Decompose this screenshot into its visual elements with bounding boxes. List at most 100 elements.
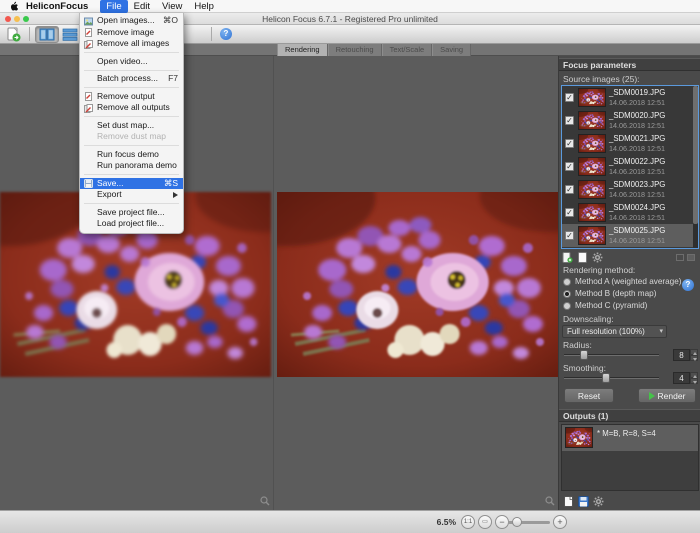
toolbar-separator	[211, 27, 212, 41]
loupe-icon-left[interactable]	[260, 496, 270, 506]
source-image-row-selected[interactable]: ✓ _SDM0025.JPG14.06.2018 12:51	[562, 224, 698, 247]
chevron-down-icon: ▾	[659, 326, 663, 337]
method-a-radio[interactable]: Method A (weighted average)	[563, 277, 682, 286]
smoothing-slider-thumb[interactable]	[602, 373, 610, 383]
thumbnail-size-controls[interactable]	[676, 254, 695, 261]
zoom-percent: 6.5%	[426, 517, 456, 527]
radius-value[interactable]: 8	[673, 349, 690, 361]
tab-rendering[interactable]: Rendering	[277, 44, 328, 56]
method-b-radio[interactable]: Method B (depth map)	[563, 289, 656, 298]
menu-item-remove-all-outputs[interactable]: Remove all outputs	[80, 102, 183, 114]
source-image-row[interactable]: ✓ _SDM0021.JPG14.06.2018 12:51	[562, 132, 698, 155]
zoom-in-button[interactable]: +	[553, 515, 567, 529]
source-images-list[interactable]: ✓ _SDM0019.JPG14.06.2018 12:51 ✓ _SDM002…	[561, 85, 699, 249]
stacked-view-icon	[62, 28, 78, 41]
play-icon	[649, 392, 655, 400]
outputs-list[interactable]: * M=B, R=8, S=4	[561, 424, 699, 491]
focus-parameters-header: Focus parameters	[559, 58, 700, 71]
tab-text-scale[interactable]: Text/Scale	[382, 44, 433, 56]
menu-separator	[84, 52, 179, 53]
checkbox-checked-icon[interactable]: ✓	[565, 116, 574, 125]
downscaling-select[interactable]: Full resolution (100%) ▾	[562, 325, 667, 338]
render-button[interactable]: Render	[638, 388, 696, 403]
file-date: 14.06.2018 12:51	[609, 144, 665, 154]
gear-icon[interactable]	[592, 252, 603, 263]
source-image-row[interactable]: ✓ _SDM0024.JPG14.06.2018 12:51	[562, 201, 698, 224]
zoom-slider-thumb[interactable]	[512, 517, 522, 527]
outputs-header: Outputs (1)	[559, 409, 700, 422]
focus-parameters-panel: Focus parameters Source images (25): ✓ _…	[558, 56, 700, 510]
rendered-image-preview[interactable]	[277, 192, 558, 377]
radius-slider-thumb[interactable]	[580, 350, 588, 360]
checkbox-checked-icon[interactable]: ✓	[565, 231, 574, 240]
source-image-row[interactable]: ✓ _SDM0023.JPG14.06.2018 12:51	[562, 178, 698, 201]
loupe-icon-right[interactable]	[545, 496, 555, 506]
zoom-fit-button[interactable]: ▭	[478, 515, 492, 529]
menu-separator	[84, 70, 179, 71]
zoom-out-button[interactable]: −	[495, 515, 509, 529]
zoom-actual-size-button[interactable]: 1:1	[461, 515, 475, 529]
checkbox-checked-icon[interactable]: ✓	[565, 93, 574, 102]
menu-item-open-images[interactable]: Open images...⌘O	[80, 15, 183, 27]
save-output-icon[interactable]	[578, 496, 589, 507]
menu-edit[interactable]: Edit	[128, 0, 156, 13]
menu-item-batch-process[interactable]: Batch process...F7	[80, 73, 183, 85]
checkbox-checked-icon[interactable]: ✓	[565, 139, 574, 148]
menu-item-export[interactable]: Export	[80, 189, 183, 201]
source-image-row[interactable]: ✓ _SDM0020.JPG14.06.2018 12:51	[562, 109, 698, 132]
tab-retouching[interactable]: Retouching	[328, 44, 382, 56]
image-thumbnail	[578, 226, 606, 245]
help-button[interactable]: ?	[217, 26, 235, 43]
menu-item-load-project-file[interactable]: Load project file...	[80, 218, 183, 230]
menu-file[interactable]: File	[100, 0, 127, 13]
menu-app-name[interactable]: HeliconFocus	[26, 1, 88, 12]
menu-item-open-video[interactable]: Open video...	[80, 56, 183, 68]
menu-item-save[interactable]: Save...⌘S	[80, 178, 183, 190]
method-help-icon[interactable]: ?	[682, 279, 694, 291]
tab-saving[interactable]: Saving	[432, 44, 471, 56]
menu-separator	[84, 145, 179, 146]
menu-item-run-focus-demo[interactable]: Run focus demo	[80, 149, 183, 161]
menu-item-save-project-file[interactable]: Save project file...	[80, 207, 183, 219]
save-icon	[84, 179, 93, 188]
smoothing-slider[interactable]	[564, 373, 659, 383]
radio-selected-icon	[563, 290, 571, 298]
menu-item-remove-image[interactable]: Remove image	[80, 27, 183, 39]
radius-slider[interactable]	[564, 350, 659, 360]
menu-view[interactable]: View	[156, 0, 188, 13]
file-date: 14.06.2018 12:51	[609, 98, 665, 108]
submenu-arrow-icon	[173, 192, 178, 198]
split-view-button[interactable]	[35, 26, 59, 43]
menu-item-remove-output[interactable]: Remove output	[80, 91, 183, 103]
checkbox-checked-icon[interactable]: ✓	[565, 208, 574, 217]
source-list-scrollbar[interactable]	[693, 86, 698, 248]
image-thumbnail	[578, 157, 606, 176]
file-name: _SDM0019.JPG	[609, 88, 665, 98]
menu-item-run-panorama-demo[interactable]: Run panorama demo	[80, 160, 183, 172]
smoothing-stepper[interactable]	[690, 372, 698, 384]
new-output-icon[interactable]	[563, 496, 574, 507]
reset-button[interactable]: Reset	[564, 388, 614, 403]
open-images-icon	[84, 17, 93, 26]
add-images-icon[interactable]	[562, 252, 573, 263]
method-c-radio[interactable]: Method C (pyramid)	[563, 301, 647, 310]
radio-unselected-icon	[563, 302, 571, 310]
smoothing-value[interactable]: 4	[673, 372, 690, 384]
menu-separator	[84, 87, 179, 88]
source-image-row[interactable]: ✓ _SDM0022.JPG14.06.2018 12:51	[562, 155, 698, 178]
stacked-view-button[interactable]	[59, 26, 81, 43]
source-image-row[interactable]: ✓ _SDM0019.JPG14.06.2018 12:51	[562, 86, 698, 109]
zoom-slider[interactable]	[508, 521, 550, 524]
new-document-icon[interactable]	[577, 252, 588, 263]
file-date: 14.06.2018 12:51	[609, 190, 665, 200]
checkbox-checked-icon[interactable]: ✓	[565, 162, 574, 171]
menu-item-remove-all-images[interactable]: Remove all images	[80, 38, 183, 50]
apple-icon[interactable]	[10, 1, 18, 11]
output-row-selected[interactable]: * M=B, R=8, S=4	[562, 425, 698, 451]
radius-stepper[interactable]	[690, 349, 698, 361]
open-images-button[interactable]	[3, 26, 24, 43]
menu-help[interactable]: Help	[188, 0, 220, 13]
menu-item-set-dust-map[interactable]: Set dust map...	[80, 120, 183, 132]
gear-icon[interactable]	[593, 496, 604, 507]
checkbox-checked-icon[interactable]: ✓	[565, 185, 574, 194]
